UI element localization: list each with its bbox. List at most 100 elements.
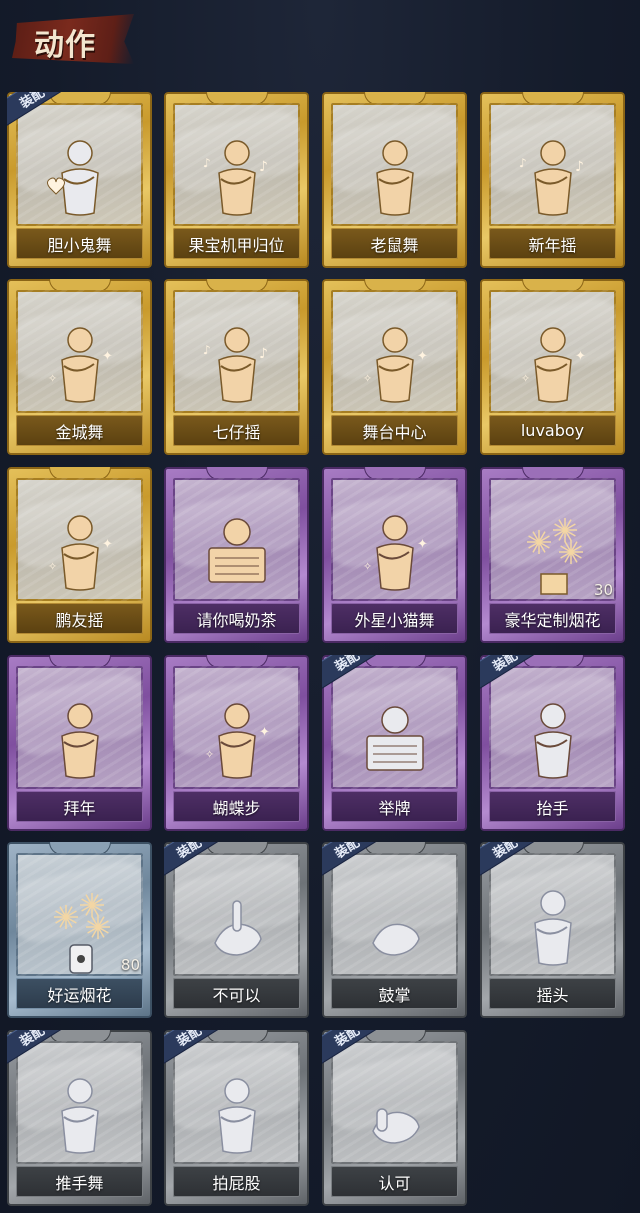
emote-card[interactable]: 认可 装配 [322, 1030, 467, 1206]
dance-music-icon: ♪ ♪ [197, 133, 277, 226]
emote-label: 七仔摇 [212, 422, 261, 442]
card-label-bar: 拍屁股 [173, 1166, 300, 1197]
dance-icon [355, 133, 435, 226]
card-label-bar: 七仔摇 [173, 415, 300, 446]
emote-card[interactable]: 推手舞 装配 [7, 1030, 152, 1206]
dance-sparkle-icon: ✦ ✧ [355, 320, 435, 413]
card-art: ♪ ♪ [173, 103, 300, 226]
emote-label: 举牌 [378, 798, 411, 818]
svg-text:✧: ✧ [521, 372, 530, 385]
emote-card[interactable]: ♪ ♪ 新年摇 [480, 92, 625, 268]
emote-card[interactable]: 举牌 装配 [322, 655, 467, 831]
svg-text:♪: ♪ [575, 159, 584, 175]
svg-text:✧: ✧ [48, 560, 57, 573]
svg-text:♪: ♪ [203, 343, 211, 357]
card-label-bar: 胆小鬼舞 [16, 228, 143, 259]
card-art [331, 853, 458, 976]
card-art [16, 666, 143, 789]
emote-card[interactable]: ✦ ✧ 舞台中心 [322, 279, 467, 455]
card-art [173, 1041, 300, 1164]
emote-card[interactable]: 请你喝奶茶 [164, 467, 309, 643]
svg-text:✦: ✦ [417, 537, 428, 552]
emote-card[interactable]: ♪ ♪ 七仔摇 [164, 279, 309, 455]
emote-label: 好运烟花 [47, 985, 112, 1005]
firework-can-icon [40, 883, 120, 976]
svg-text:✧: ✧ [363, 372, 372, 385]
emote-card[interactable]: 鼓掌 装配 [322, 842, 467, 1018]
dance-music-icon: ♪ ♪ [197, 320, 277, 413]
card-art: ✦ ✧ [16, 290, 143, 413]
card-label-bar: 鼓掌 [331, 978, 458, 1009]
card-art [331, 666, 458, 789]
svg-text:✦: ✦ [417, 349, 428, 364]
card-label-bar: 认可 [331, 1166, 458, 1197]
card-art [489, 853, 616, 976]
thumbs-up-icon [355, 1071, 435, 1164]
emote-card[interactable]: 胆小鬼舞 装配 [7, 92, 152, 268]
fireworks-box-icon [513, 508, 593, 601]
card-label-bar: 推手舞 [16, 1166, 143, 1197]
emote-label: 金城舞 [55, 422, 104, 442]
finger-wag-icon [197, 883, 277, 976]
emote-card[interactable]: 80 好运烟花 [7, 842, 152, 1018]
card-art [16, 103, 143, 226]
emote-card[interactable]: 抬手 装配 [480, 655, 625, 831]
emote-label: 外星小猫舞 [354, 610, 435, 630]
svg-text:♪: ♪ [259, 159, 268, 175]
page-title: 动作 [34, 28, 96, 63]
card-label-bar: 好运烟花 [16, 978, 143, 1009]
card-art: ✦ ✧ [331, 290, 458, 413]
emote-label: 抬手 [536, 798, 569, 818]
card-art [489, 666, 616, 789]
emote-card[interactable]: 拍屁股 装配 [164, 1030, 309, 1206]
emote-label: 摇头 [536, 985, 569, 1005]
card-label-bar: 拜年 [16, 791, 143, 822]
emote-card[interactable]: ✦ ✧ 蝴蝶步 [164, 655, 309, 831]
emote-label: 新年摇 [528, 235, 577, 255]
pat-butt-icon [197, 1071, 277, 1164]
emote-label: 鼓掌 [378, 985, 411, 1005]
card-art: ✦ ✧ [16, 478, 143, 601]
svg-text:✦: ✦ [102, 349, 113, 364]
card-label-bar: 不可以 [173, 978, 300, 1009]
emote-card[interactable]: ✦ ✧ 金城舞 [7, 279, 152, 455]
push-dance-icon [40, 1071, 120, 1164]
dance-sparkle-icon: ✦ ✧ [355, 508, 435, 601]
card-art [173, 853, 300, 976]
dance-sparkle-icon: ✦ ✧ [40, 508, 120, 601]
emote-card[interactable]: 拜年 [7, 655, 152, 831]
emote-label: 老鼠舞 [370, 235, 419, 255]
card-art: ✦ ✧ [173, 666, 300, 789]
card-label-bar: 舞台中心 [331, 415, 458, 446]
card-label-bar: 请你喝奶茶 [173, 603, 300, 634]
emote-card[interactable]: ✦ ✧ 鹏友摇 [7, 467, 152, 643]
emote-card[interactable]: 摇头 装配 [480, 842, 625, 1018]
dance-sparkle-icon: ✦ ✧ [40, 320, 120, 413]
svg-text:✧: ✧ [205, 748, 214, 761]
card-label-bar: 蝴蝶步 [173, 791, 300, 822]
card-art [331, 103, 458, 226]
emote-card[interactable]: 不可以 装配 [164, 842, 309, 1018]
emote-card[interactable]: 30 豪华定制烟花 [480, 467, 625, 643]
greeting-icon [40, 696, 120, 789]
clap-icon [355, 883, 435, 976]
emote-label: 蝴蝶步 [212, 798, 261, 818]
emote-label: 推手舞 [55, 1173, 104, 1193]
emote-label: 请你喝奶茶 [196, 610, 277, 630]
card-art: ✦ ✧ [489, 290, 616, 413]
emote-screen: 动作 胆小鬼舞 装配 ♪ ♪ 果宝机甲归位 老鼠舞 ♪ ♪ 新年摇 ✦ ✧ 金城舞 ♪ ♪ 七仔摇 ✦ ✧ 舞台中… [0, 0, 640, 1213]
emote-card[interactable]: ♪ ♪ 果宝机甲归位 [164, 92, 309, 268]
card-art: ✦ ✧ [331, 478, 458, 601]
emote-label: 鹏友摇 [55, 610, 104, 630]
card-art: ♪ ♪ [489, 103, 616, 226]
card-art [173, 478, 300, 601]
svg-text:✧: ✧ [48, 372, 57, 385]
card-art [331, 1041, 458, 1164]
dance-heart-icon [40, 133, 120, 226]
milk-tea-sign-icon [197, 508, 277, 601]
card-label-bar: 金城舞 [16, 415, 143, 446]
emote-card[interactable]: 老鼠舞 [322, 92, 467, 268]
emote-label: 果宝机甲归位 [188, 235, 285, 255]
emote-card[interactable]: ✦ ✧ 外星小猫舞 [322, 467, 467, 643]
emote-card[interactable]: ✦ ✧ luvaboy [480, 279, 625, 455]
